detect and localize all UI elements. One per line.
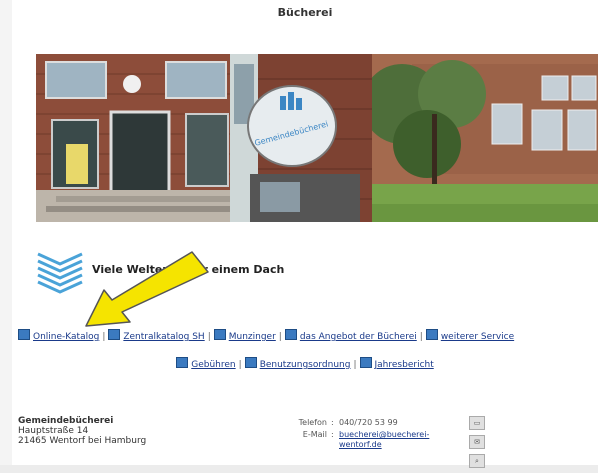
photo-library-entrance bbox=[36, 54, 234, 222]
search-icon[interactable]: ⌕ bbox=[469, 454, 485, 468]
footer-name: Gemeindebücherei bbox=[18, 416, 114, 426]
photo-library-garden bbox=[372, 54, 598, 222]
contact-card-icon[interactable]: ▭ bbox=[469, 416, 485, 430]
link-icon bbox=[425, 329, 438, 340]
map-icon[interactable]: ✉ bbox=[469, 435, 485, 449]
nav-item-munzinger[interactable]: Munzinger bbox=[213, 329, 276, 342]
link-icon bbox=[284, 329, 297, 340]
link-icon bbox=[18, 329, 30, 340]
footer-actions: ▭ ✉ ⌕ bbox=[469, 416, 487, 473]
nav-item-gebuehren[interactable]: Gebühren bbox=[176, 357, 236, 370]
photo-library-sign: Gemeindebücherei bbox=[230, 54, 380, 222]
footer-street: Hauptstraße 14 bbox=[18, 426, 89, 436]
page-content: Bücherei Gemeindebücherei Viele Welten e… bbox=[12, 0, 598, 468]
nav-item-online-katalog[interactable]: Online-Katalog bbox=[18, 329, 99, 342]
footer-contact: Telefon : 040/720 53 99 E-Mail : buecher… bbox=[285, 418, 430, 450]
primary-nav: Online-Katalog | Zentralkatalog SH | Munzing… bbox=[18, 329, 514, 342]
link-icon bbox=[244, 357, 257, 368]
link-icon bbox=[359, 357, 372, 368]
nav-item-angebot[interactable]: das Angebot der Bücherei bbox=[284, 329, 417, 342]
nav-item-service[interactable]: weiterer Service bbox=[425, 329, 514, 342]
phone-value: 040/720 53 99 bbox=[339, 418, 398, 427]
footer-city: 21465 Wentorf bei Hamburg bbox=[18, 436, 147, 446]
yellow-arrow-icon bbox=[85, 251, 209, 327]
library-logo bbox=[36, 248, 84, 294]
link-icon bbox=[108, 329, 121, 340]
nav-item-jahresbericht[interactable]: Jahresbericht bbox=[359, 357, 434, 370]
email-link[interactable]: buecherei@buecherei-wentorf.de bbox=[339, 430, 429, 449]
nav-item-benutzungsordnung[interactable]: Benutzungsordnung bbox=[244, 357, 350, 370]
footer-address: Gemeindebücherei Hauptstraße 14 21465 We… bbox=[18, 416, 146, 446]
page-title: Bücherei bbox=[277, 6, 333, 19]
email-label: E-Mail bbox=[302, 430, 327, 439]
secondary-nav: Gebühren | Benutzungsordnung | Jahresbericht bbox=[12, 357, 598, 370]
nav-item-zentralkatalog[interactable]: Zentralkatalog SH bbox=[108, 329, 205, 342]
link-icon bbox=[176, 357, 189, 368]
link-icon bbox=[213, 329, 226, 340]
phone-label: Telefon bbox=[298, 418, 327, 427]
